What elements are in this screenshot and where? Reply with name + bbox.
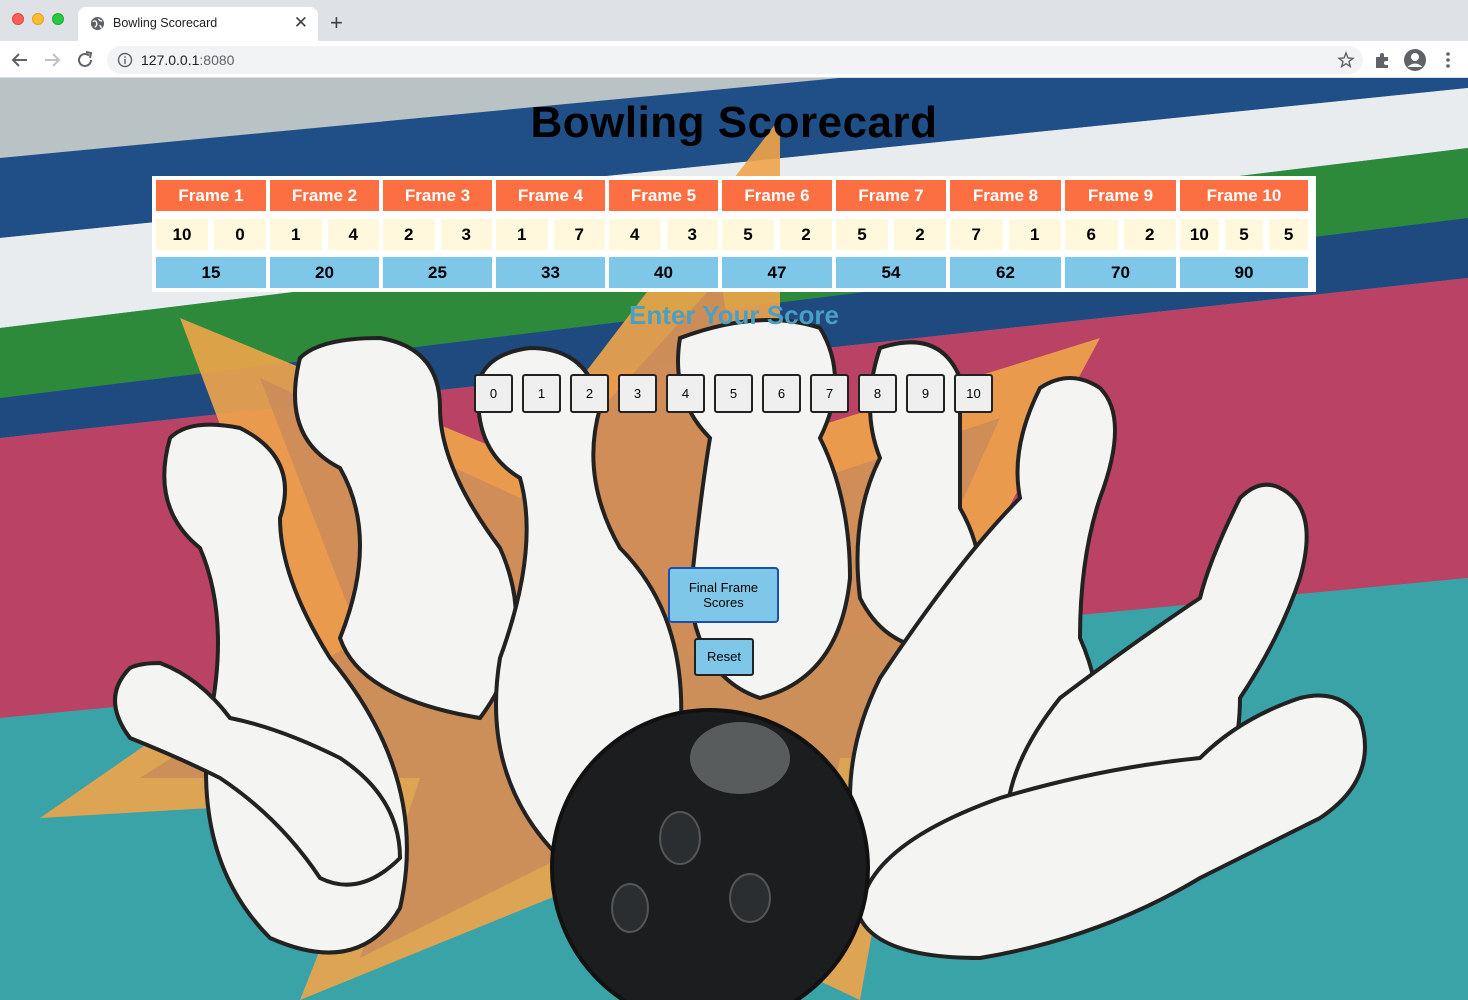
- pin-count-button[interactable]: 8: [858, 374, 897, 413]
- page-viewport: Bowling Scorecard Frame 1 10 0 15 Frame 2142…: [0, 78, 1468, 1000]
- frame-total-cell: 90: [1180, 257, 1308, 288]
- roll-cell: 5: [722, 219, 774, 250]
- pin-count-button[interactable]: 1: [522, 374, 561, 413]
- page-title: Bowling Scorecard: [530, 98, 938, 147]
- roll-cell: 2: [780, 219, 832, 250]
- frame-header: Frame 1: [156, 180, 266, 211]
- roll-cell: 7: [553, 219, 605, 250]
- roll-cell: 3: [666, 219, 718, 250]
- pin-count-button[interactable]: 6: [762, 374, 801, 413]
- frame-header: Frame 8: [950, 180, 1061, 211]
- frame-column: Frame 8 7 1 62: [950, 180, 1061, 288]
- frame-total-cell: 62: [950, 257, 1061, 288]
- minimize-window-button[interactable]: [32, 13, 44, 25]
- roll-cell: 5: [836, 219, 888, 250]
- frame-total-cell: 15: [156, 257, 266, 288]
- frame-header: Frame 9: [1065, 180, 1176, 211]
- roll-cell: 2: [383, 219, 435, 250]
- frame-column: Frame 10 10 5 5 90: [1180, 180, 1308, 288]
- pin-count-button[interactable]: 5: [714, 374, 753, 413]
- roll-cell: 2: [894, 219, 946, 250]
- pin-count-button[interactable]: 0: [474, 374, 513, 413]
- final-frame-scores-button[interactable]: Final Frame Scores: [668, 567, 779, 623]
- roll-cell: 10: [1180, 219, 1219, 250]
- profile-avatar-icon[interactable]: [1403, 48, 1427, 72]
- browser-tab[interactable]: Bowling Scorecard ✕: [78, 7, 318, 41]
- info-icon[interactable]: [117, 52, 133, 68]
- frame-column: Frame 7 5 2 54: [836, 180, 946, 288]
- close-window-button[interactable]: [12, 13, 24, 25]
- frame-column: Frame 5 4 3 40: [609, 180, 718, 288]
- pin-count-button[interactable]: 2: [570, 374, 609, 413]
- pin-count-button[interactable]: 7: [810, 374, 849, 413]
- extensions-puzzle-icon[interactable]: [1373, 50, 1393, 70]
- roll-cell: 3: [440, 219, 492, 250]
- close-tab-icon[interactable]: ✕: [294, 13, 308, 33]
- browser-toolbar: 127.0.0.1:8080: [0, 41, 1468, 78]
- roll-cell: 1: [270, 219, 322, 250]
- frame-total-cell: 70: [1065, 257, 1176, 288]
- pin-count-button[interactable]: 10: [954, 374, 993, 413]
- roll-cell: 0: [214, 219, 266, 250]
- browser-tab-bar: Bowling Scorecard ✕ +: [0, 0, 1468, 41]
- frame-column: Frame 2 1 4 20: [270, 180, 379, 288]
- forward-arrow-icon[interactable]: [41, 49, 63, 71]
- roll-cell: 2: [1123, 219, 1176, 250]
- frame-total-cell: 47: [722, 257, 832, 288]
- frame-column: Frame 4 1 7 33: [496, 180, 605, 288]
- frame-column: Frame 1 10 0 15: [156, 180, 266, 288]
- frame-total-cell: 25: [383, 257, 492, 288]
- frame-header: Frame 4: [496, 180, 605, 211]
- back-arrow-icon[interactable]: [9, 49, 31, 71]
- enter-score-heading: Enter Your Score: [629, 300, 839, 330]
- frame-total-cell: 40: [609, 257, 718, 288]
- roll-cell: 5: [1269, 219, 1308, 250]
- globe-icon: [90, 16, 105, 31]
- new-tab-button[interactable]: +: [330, 11, 343, 35]
- maximize-window-button[interactable]: [52, 13, 64, 25]
- roll-cell: 4: [327, 219, 379, 250]
- frame-total-cell: 54: [836, 257, 946, 288]
- frame-header: Frame 6: [722, 180, 832, 211]
- url-text: 127.0.0.1:8080: [141, 52, 235, 68]
- scorecard-table: Frame 1 10 0 15 Frame 2 1 4 20 Frame 3 2 3 25 Frame …: [152, 176, 1316, 292]
- roll-cell: 7: [950, 219, 1003, 250]
- pin-count-button[interactable]: 9: [906, 374, 945, 413]
- frame-column: Frame 9 6 2 70: [1065, 180, 1176, 288]
- frame-total-cell: 20: [270, 257, 379, 288]
- frame-column: Frame 6 5 2 47: [722, 180, 832, 288]
- roll-cell: 4: [609, 219, 661, 250]
- pin-count-button[interactable]: 4: [666, 374, 705, 413]
- bookmark-star-icon[interactable]: [1337, 51, 1355, 69]
- roll-cell: 5: [1224, 219, 1264, 250]
- roll-cell: 1: [1008, 219, 1061, 250]
- kebab-menu-icon[interactable]: [1438, 50, 1458, 70]
- reset-button[interactable]: Reset: [694, 638, 754, 676]
- frame-column: Frame 3 2 3 25: [383, 180, 492, 288]
- reload-icon[interactable]: [74, 49, 96, 71]
- roll-cell: 1: [496, 219, 548, 250]
- frame-total-cell: 33: [496, 257, 605, 288]
- frame-header: Frame 10: [1180, 180, 1308, 211]
- frame-header: Frame 5: [609, 180, 718, 211]
- pin-count-button[interactable]: 3: [618, 374, 657, 413]
- frame-header: Frame 3: [383, 180, 492, 211]
- frame-header: Frame 2: [270, 180, 379, 211]
- roll-cell: 10: [156, 219, 208, 250]
- tab-title: Bowling Scorecard: [113, 16, 218, 30]
- roll-cell: 6: [1065, 219, 1118, 250]
- frame-header: Frame 7: [836, 180, 946, 211]
- address-bar[interactable]: 127.0.0.1:8080: [107, 46, 1363, 74]
